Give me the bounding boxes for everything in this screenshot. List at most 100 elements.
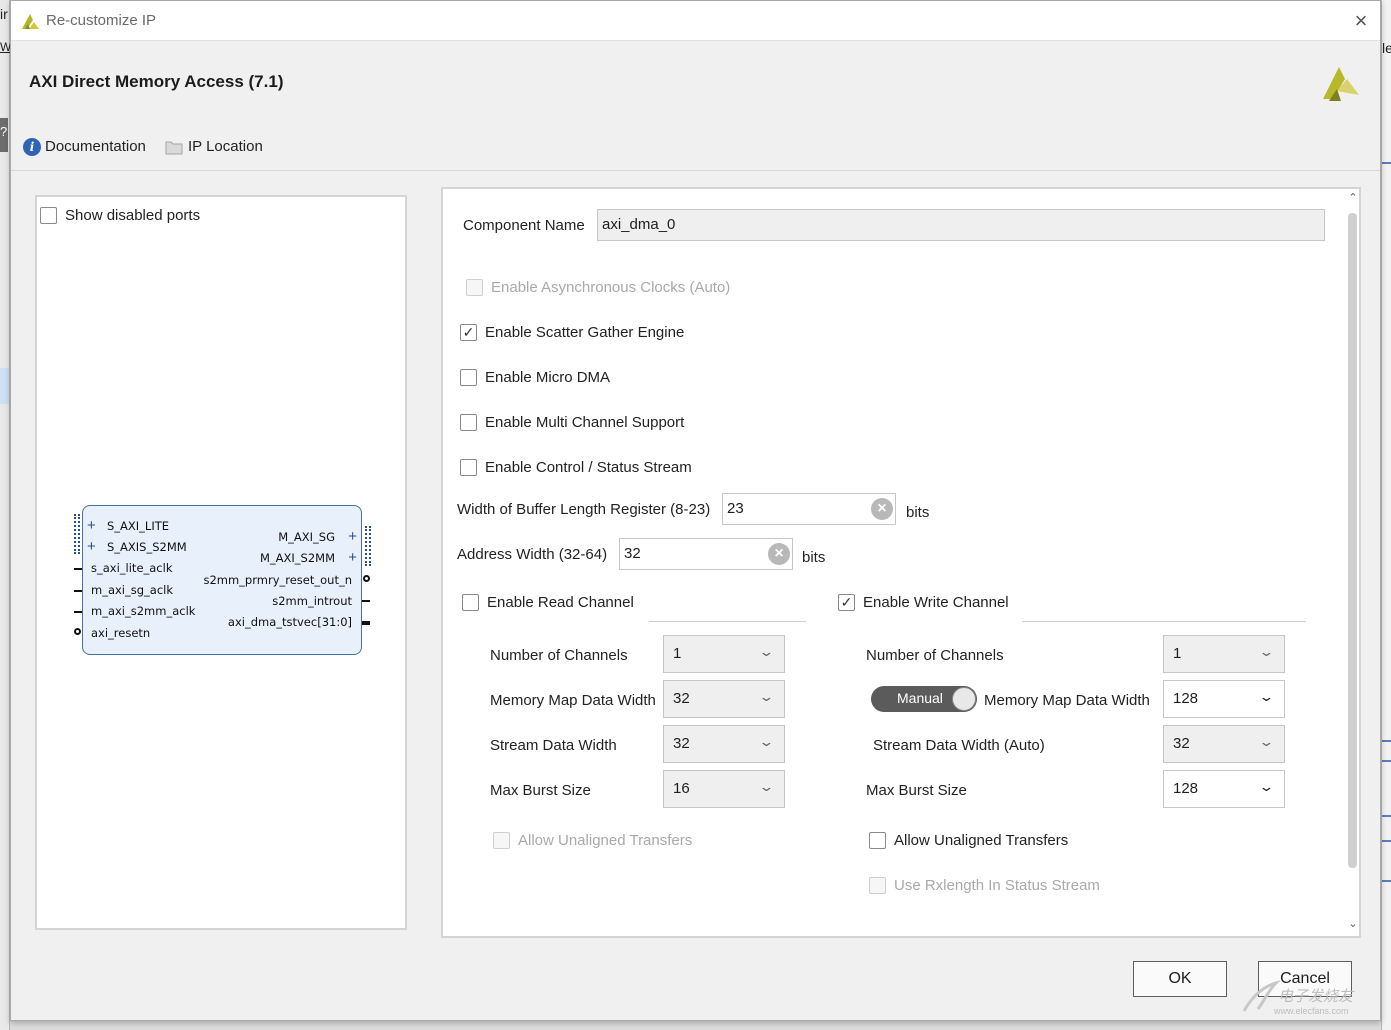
watermark: 电子发烧友 www.elecfans.com [1238, 975, 1378, 1025]
port-pin [74, 590, 82, 592]
read-max-burst-label: Max Burst Size [490, 782, 591, 799]
dialog-title: Re-customize IP [46, 12, 157, 29]
expand-plus-icon[interactable]: + [87, 518, 96, 533]
background-line [1382, 815, 1391, 817]
write-mm-data-width-value: 128 [1173, 690, 1199, 707]
read-num-channels-select: 1 ⌄ [663, 635, 785, 673]
enable-read-channel-checkbox[interactable] [462, 594, 479, 611]
port-s2mm-prmry-reset-out-n: s2mm_prmry_reset_out_n [203, 573, 352, 587]
bus-interface-marker [74, 514, 80, 554]
port-s2mm-introut: s2mm_introut [272, 594, 352, 608]
write-mm-data-width-select[interactable]: 128 ⌄ [1163, 680, 1285, 718]
bus-interface-marker [365, 526, 371, 566]
background-selection [0, 368, 9, 404]
divider [11, 170, 1380, 171]
multi-channel-label: Enable Multi Channel Support [485, 414, 685, 431]
write-channel-divider [1022, 621, 1306, 622]
read-channel-divider [649, 621, 806, 622]
close-icon[interactable]: × [1349, 9, 1373, 33]
buffer-length-unit: bits [906, 504, 930, 521]
read-unaligned-checkbox [493, 832, 510, 849]
ip-title: AXI Direct Memory Access (7.1) [29, 72, 284, 91]
vivado-brand-icon [1323, 67, 1359, 101]
chevron-down-icon: ⌄ [758, 689, 775, 704]
ip-symbol-panel: Show disabled ports + S_AXI_LITE + S_AXI… [35, 195, 407, 930]
port-axi-dma-tstvec: axi_dma_tstvec[31:0] [227, 615, 352, 629]
expand-plus-icon[interactable]: + [348, 529, 357, 544]
expand-plus-icon[interactable]: + [87, 539, 96, 554]
write-mm-data-width-label: Memory Map Data Width [984, 692, 1150, 709]
recustomize-ip-dialog: Re-customize IP × AXI Direct Memory Acce… [10, 0, 1381, 1021]
read-stream-data-width-value: 32 [673, 735, 690, 752]
info-icon[interactable]: i [23, 138, 41, 156]
write-num-channels-value: 1 [1173, 645, 1182, 662]
show-disabled-ports-checkbox[interactable] [40, 207, 57, 224]
write-unaligned-label: Allow Unaligned Transfers [894, 832, 1069, 849]
port-m-axi-sg: M_AXI_SG [278, 530, 335, 544]
ip-settings-panel: Component Name axi_dma_0 Enable Asynchro… [441, 187, 1361, 938]
write-max-burst-label: Max Burst Size [866, 782, 967, 799]
title-bar[interactable]: Re-customize IP × [11, 1, 1380, 41]
scroll-down-icon[interactable]: ⌄ [1346, 917, 1360, 930]
port-s-axis-s2mm: S_AXIS_S2MM [107, 540, 187, 554]
port-m-axi-s2mm: M_AXI_S2MM [259, 551, 335, 565]
clear-icon[interactable]: × [768, 543, 790, 565]
async-clocks-label: Enable Asynchronous Clocks (Auto) [491, 279, 731, 296]
control-status-stream-checkbox[interactable] [460, 459, 477, 476]
micro-dma-label: Enable Micro DMA [485, 369, 611, 386]
chevron-down-icon: ⌄ [1258, 734, 1275, 749]
ip-block-symbol[interactable]: + S_AXI_LITE + S_AXIS_S2MM s_axi_lite_ac… [74, 505, 371, 655]
manual-toggle[interactable]: Manual [871, 686, 977, 712]
component-name-field[interactable]: axi_dma_0 [597, 209, 1325, 241]
folder-icon[interactable] [165, 139, 183, 155]
async-clocks-checkbox [466, 279, 483, 296]
address-width-label: Address Width (32-64) [457, 546, 608, 563]
address-width-field[interactable]: 32 [619, 538, 793, 570]
scroll-up-icon[interactable]: ⌃ [1346, 191, 1360, 204]
port-bus-pin [362, 621, 370, 625]
write-stream-data-width-label: Stream Data Width (Auto) [873, 737, 1045, 754]
background-line [1382, 840, 1391, 842]
read-mm-data-width-select: 32 ⌄ [663, 680, 785, 718]
port-pin [74, 568, 82, 570]
background-app-left-edge: ir Wi ? [0, 0, 14, 1030]
chevron-down-icon: ⌄ [758, 644, 775, 659]
ok-button[interactable]: OK [1133, 961, 1227, 997]
multi-channel-checkbox[interactable] [460, 414, 477, 431]
documentation-link[interactable]: Documentation [45, 138, 146, 155]
scatter-gather-checkbox[interactable]: ✓ [460, 324, 477, 341]
read-num-channels-value: 1 [673, 645, 682, 662]
background-line [1382, 740, 1391, 742]
write-max-burst-value: 128 [1173, 780, 1199, 797]
background-line [1382, 880, 1391, 882]
clear-icon[interactable]: × [871, 498, 893, 520]
background-line [1382, 162, 1391, 164]
write-num-channels-label: Number of Channels [866, 647, 1004, 664]
port-m-axi-sg-aclk: m_axi_sg_aclk [91, 583, 174, 597]
write-stream-data-width-value: 32 [1173, 735, 1190, 752]
write-max-burst-select[interactable]: 128 ⌄ [1163, 770, 1285, 808]
read-max-burst-value: 16 [673, 780, 690, 797]
micro-dma-checkbox[interactable] [460, 369, 477, 386]
port-pin [362, 600, 370, 602]
manual-toggle-label: Manual [897, 690, 943, 706]
address-width-unit: bits [802, 549, 826, 566]
watermark-title: 电子发烧友 [1278, 988, 1354, 1005]
expand-plus-icon[interactable]: + [348, 550, 357, 565]
read-max-burst-select: 16 ⌄ [663, 770, 785, 808]
enable-write-channel-label: Enable Write Channel [863, 594, 1009, 611]
ip-location-link[interactable]: IP Location [188, 138, 263, 155]
port-axi-resetn: axi_resetn [91, 626, 151, 640]
chevron-down-icon: ⌄ [1258, 644, 1275, 659]
write-unaligned-checkbox[interactable] [869, 832, 886, 849]
enable-read-channel-label: Enable Read Channel [487, 594, 634, 611]
chevron-down-icon: ⌄ [758, 779, 775, 794]
enable-write-channel-checkbox[interactable]: ✓ [838, 594, 855, 611]
write-stream-data-width-select: 32 ⌄ [1163, 725, 1285, 763]
show-disabled-ports-label: Show disabled ports [65, 207, 201, 224]
background-text-fragment: ir [0, 6, 8, 22]
scrollbar-thumb[interactable] [1348, 213, 1357, 868]
control-status-stream-label: Enable Control / Status Stream [485, 459, 692, 476]
port-pin-inverted [363, 575, 370, 582]
buffer-length-field[interactable]: 23 [722, 493, 896, 525]
